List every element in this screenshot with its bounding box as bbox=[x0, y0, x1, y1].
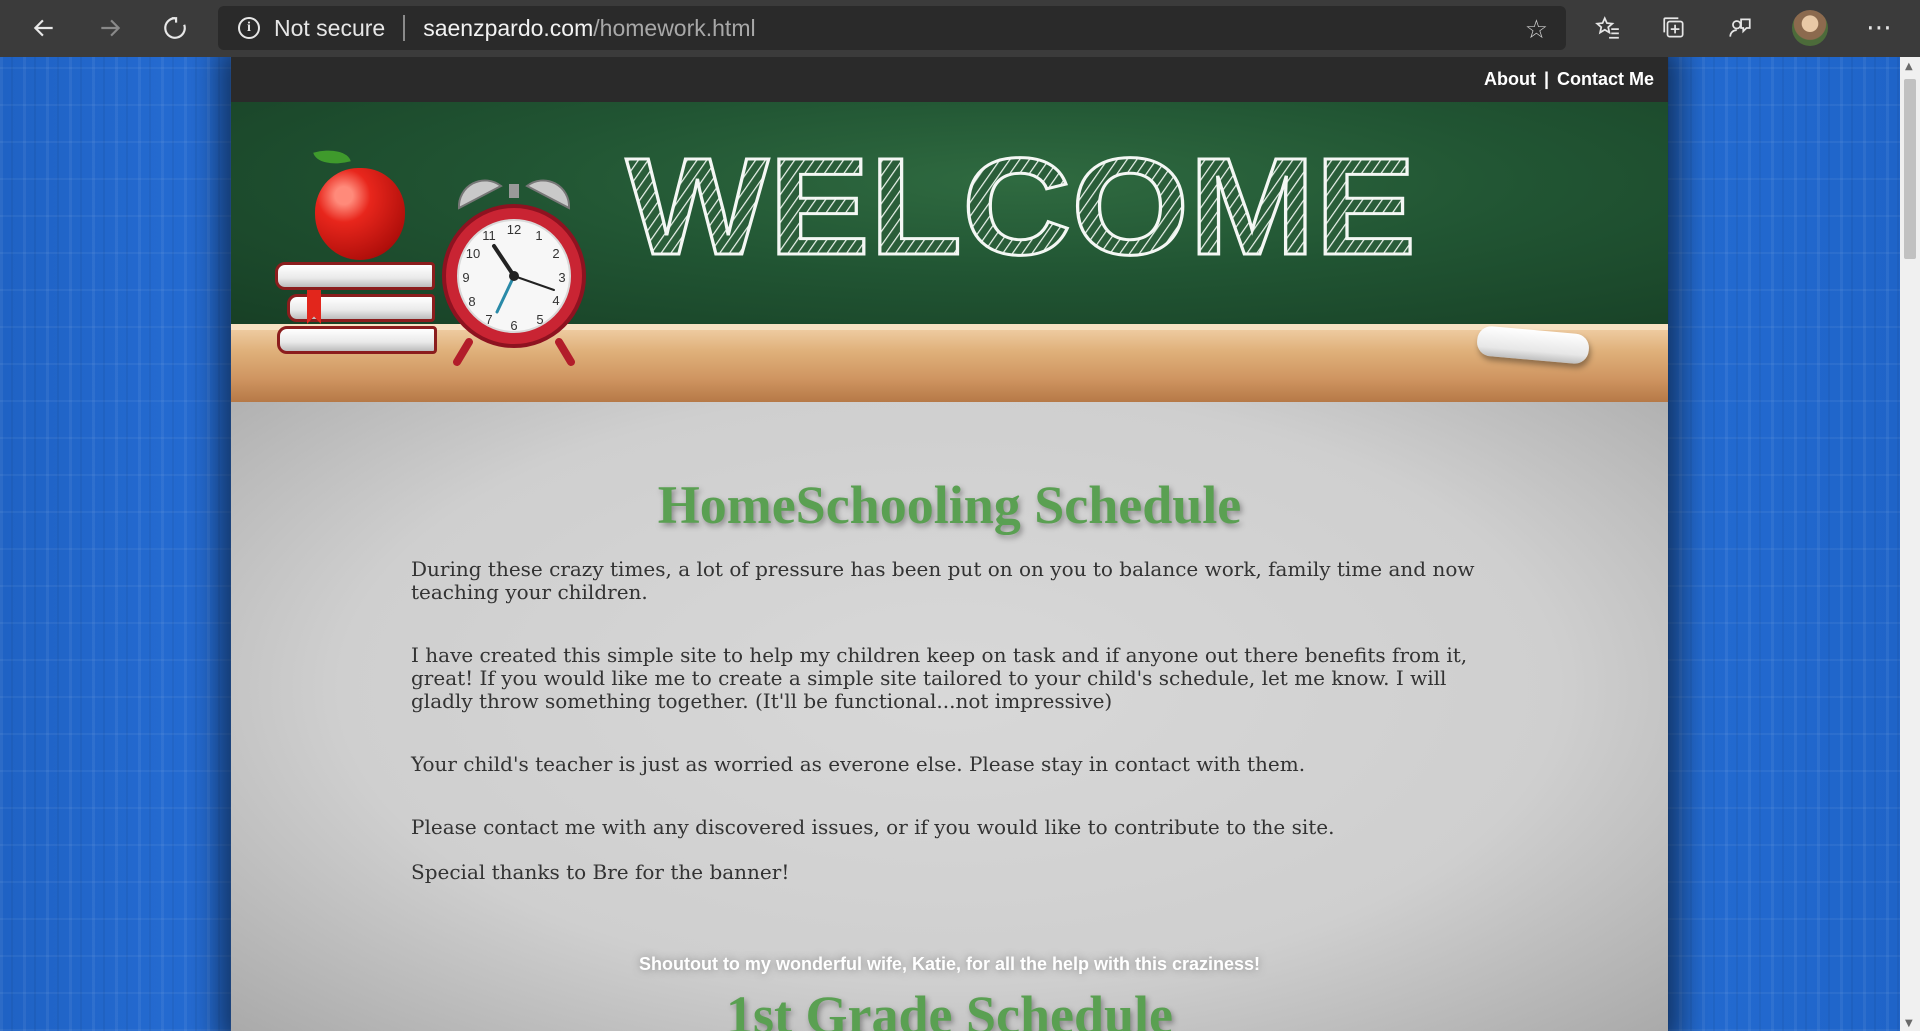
svg-text:1: 1 bbox=[535, 228, 542, 243]
svg-text:6: 6 bbox=[510, 318, 517, 333]
address-bar[interactable]: i Not secure saenzpardo.com /homework.ht… bbox=[218, 6, 1566, 50]
main-content: HomeSchooling Schedule During these craz… bbox=[231, 402, 1668, 1031]
share-icon[interactable] bbox=[1722, 10, 1758, 46]
back-arrow-icon[interactable] bbox=[24, 8, 64, 48]
address-divider bbox=[403, 15, 406, 41]
svg-text:12: 12 bbox=[507, 222, 521, 237]
collections-icon[interactable] bbox=[1656, 10, 1692, 46]
scroll-down-icon[interactable]: ▼ bbox=[1905, 1018, 1913, 1029]
reload-icon[interactable] bbox=[155, 8, 195, 48]
info-icon[interactable]: i bbox=[238, 17, 260, 39]
welcome-banner: WELCOME 12 1 2 3 45 6 78 9 10 11 bbox=[231, 102, 1668, 402]
browser-toolbar: i Not secure saenzpardo.com /homework.ht… bbox=[0, 0, 1920, 57]
apple-icon bbox=[315, 168, 405, 260]
profile-avatar[interactable] bbox=[1792, 10, 1828, 46]
star-icon[interactable]: ☆ bbox=[1525, 14, 1548, 45]
svg-text:WELCOME: WELCOME bbox=[626, 142, 1416, 272]
more-icon[interactable]: ⋯ bbox=[1862, 10, 1898, 46]
svg-text:8: 8 bbox=[468, 294, 475, 309]
svg-text:11: 11 bbox=[482, 228, 496, 243]
favorites-icon[interactable] bbox=[1590, 10, 1626, 46]
site-container: About | Contact Me WELCOME 12 1 2 3 4 5 … bbox=[231, 57, 1668, 1031]
url-domain[interactable]: saenzpardo.com bbox=[423, 15, 593, 42]
scrollbar-thumb[interactable] bbox=[1904, 79, 1916, 259]
shoutout-text: Shoutout to my wonderful wife, Katie, fo… bbox=[638, 954, 1261, 974]
intro-paragraph: Special thanks to Bre for the banner! bbox=[411, 860, 790, 884]
alarm-clock-icon: 12 12 3 45 6 78 9 1011 bbox=[442, 179, 586, 366]
svg-text:3: 3 bbox=[558, 270, 565, 285]
svg-text:9: 9 bbox=[462, 270, 469, 285]
svg-text:4: 4 bbox=[552, 293, 559, 308]
intro-text: During these crazy times, a lot of press… bbox=[411, 558, 1491, 924]
page-title: HomeSchooling Schedule bbox=[657, 475, 1242, 535]
security-label[interactable]: Not secure bbox=[274, 15, 385, 42]
svg-text:5: 5 bbox=[536, 312, 543, 327]
svg-text:10: 10 bbox=[466, 246, 480, 261]
page-viewport: About | Contact Me WELCOME 12 1 2 3 4 5 … bbox=[0, 57, 1900, 1031]
nav-contact-link[interactable]: Contact Me bbox=[1557, 69, 1654, 90]
vertical-scrollbar[interactable]: ▲ ▼ bbox=[1900, 57, 1920, 1031]
intro-paragraph: During these crazy times, a lot of press… bbox=[411, 557, 1475, 604]
site-top-nav: About | Contact Me bbox=[231, 57, 1668, 102]
intro-paragraph: Please contact me with any discovered is… bbox=[411, 815, 1335, 839]
intro-paragraph: Your child's teacher is just as worried … bbox=[411, 752, 1306, 776]
url-path[interactable]: /homework.html bbox=[593, 15, 755, 42]
book-icon bbox=[275, 262, 435, 290]
schedule-heading: 1st Grade Schedule bbox=[725, 985, 1173, 1031]
forward-arrow-icon[interactable] bbox=[90, 8, 130, 48]
intro-paragraph: I have created this simple site to help … bbox=[411, 643, 1468, 713]
welcome-chalk-text: WELCOME bbox=[625, 142, 1418, 272]
book-icon bbox=[277, 326, 437, 354]
scroll-up-icon[interactable]: ▲ bbox=[1905, 61, 1913, 72]
svg-text:2: 2 bbox=[552, 246, 559, 261]
nav-about-link[interactable]: About bbox=[1484, 69, 1536, 90]
svg-text:7: 7 bbox=[485, 312, 492, 327]
nav-separator: | bbox=[1543, 69, 1549, 89]
